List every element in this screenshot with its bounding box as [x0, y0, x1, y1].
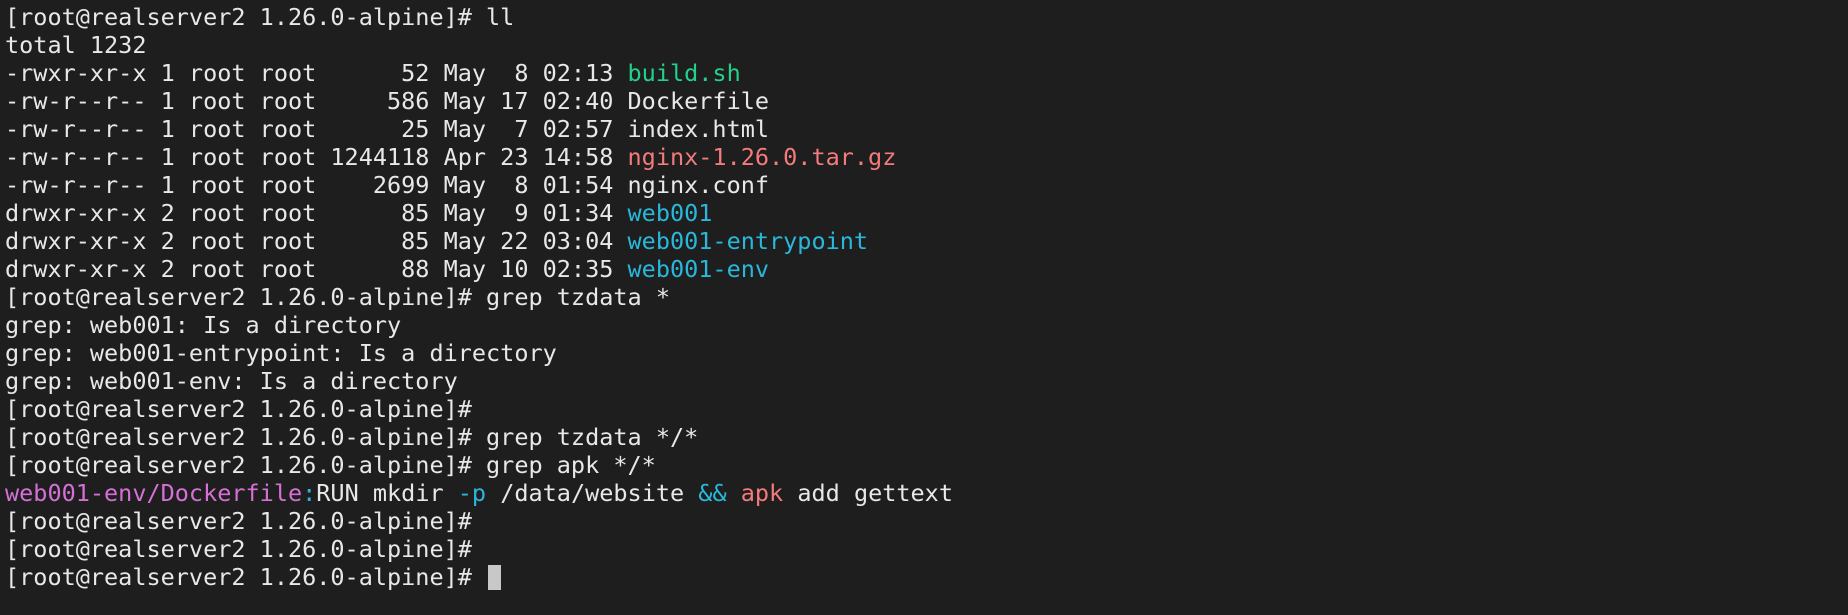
- terminal-text: RUN mkdir: [316, 479, 458, 507]
- terminal-line: -rw-r--r-- 1 root root 2699 May 8 01:54 …: [5, 171, 1848, 199]
- terminal-text: -rwxr-xr-x 1 root root 52 May 8 02:13: [5, 59, 628, 87]
- terminal-line: [root@realserver2 1.26.0-alpine]# grep t…: [5, 423, 1848, 451]
- terminal-line: total 1232: [5, 31, 1848, 59]
- terminal-text: nginx.conf: [627, 171, 770, 199]
- terminal-text: [root@realserver2 1.26.0-alpine]# grep t…: [5, 423, 699, 451]
- terminal-line: drwxr-xr-x 2 root root 88 May 10 02:35 w…: [5, 255, 1848, 283]
- terminal-text: -rw-r--r-- 1 root root 25 May 7 02:57: [5, 115, 628, 143]
- terminal-text: -rw-r--r-- 1 root root 586 May 17 02:40: [5, 87, 628, 115]
- terminal-text: -rw-r--r-- 1 root root 2699 May 8 01:54: [5, 171, 628, 199]
- terminal-text: &&: [698, 479, 727, 507]
- terminal-line: drwxr-xr-x 2 root root 85 May 9 01:34 we…: [5, 199, 1848, 227]
- terminal-line: [root@realserver2 1.26.0-alpine]# grep t…: [5, 283, 1848, 311]
- terminal-text: /data/website: [486, 479, 699, 507]
- terminal-text: :: [302, 479, 317, 507]
- terminal-window[interactable]: [root@realserver2 1.26.0-alpine]# ll tota…: [0, 0, 1848, 615]
- terminal-line: drwxr-xr-x 2 root root 85 May 22 03:04 w…: [5, 227, 1848, 255]
- terminal-text: grep: web001-env: Is a directory: [5, 367, 458, 395]
- terminal-text: drwxr-xr-x 2 root root 88 May 10 02:35: [5, 255, 628, 283]
- terminal-line: grep: web001: Is a directory: [5, 311, 1848, 339]
- terminal-text: web001-entrypoint: [627, 227, 869, 255]
- terminal-text: nginx-1.26.0.tar.gz: [627, 143, 897, 171]
- terminal-text: add gettext: [783, 479, 953, 507]
- terminal-text: [root@realserver2 1.26.0-alpine]# grep a…: [5, 451, 656, 479]
- terminal-line: -rw-r--r-- 1 root root 25 May 7 02:57 in…: [5, 115, 1848, 143]
- terminal-text: [root@realserver2 1.26.0-alpine]#: [5, 395, 472, 423]
- terminal-text: web001-env/Dockerfile: [5, 479, 303, 507]
- terminal-text: apk: [740, 479, 784, 507]
- terminal-line: [root@realserver2 1.26.0-alpine]#: [5, 563, 1848, 591]
- terminal-line: -rwxr-xr-x 1 root root 52 May 8 02:13 bu…: [5, 59, 1848, 87]
- terminal-cursor: [488, 565, 502, 590]
- terminal-line: [root@realserver2 1.26.0-alpine]# ll: [5, 3, 1848, 31]
- terminal-line: [root@realserver2 1.26.0-alpine]# grep a…: [5, 451, 1848, 479]
- terminal-text: build.sh: [627, 59, 741, 87]
- terminal-line: -rw-r--r-- 1 root root 1244118 Apr 23 14…: [5, 143, 1848, 171]
- terminal-text: web001-env: [627, 255, 770, 283]
- terminal-line: grep: web001-env: Is a directory: [5, 367, 1848, 395]
- terminal-text: [root@realserver2 1.26.0-alpine]#: [5, 507, 472, 535]
- terminal-text: -p: [457, 479, 487, 507]
- terminal-text: [root@realserver2 1.26.0-alpine]# ll: [5, 3, 515, 31]
- terminal-line: [root@realserver2 1.26.0-alpine]#: [5, 395, 1848, 423]
- terminal-text: total 1232: [5, 31, 147, 59]
- terminal-line: [root@realserver2 1.26.0-alpine]#: [5, 535, 1848, 563]
- terminal-text: drwxr-xr-x 2 root root 85 May 9 01:34: [5, 199, 628, 227]
- terminal-text: [root@realserver2 1.26.0-alpine]#: [5, 535, 472, 563]
- terminal-line: -rw-r--r-- 1 root root 586 May 17 02:40 …: [5, 87, 1848, 115]
- terminal-text: -rw-r--r-- 1 root root 1244118 Apr 23 14…: [5, 143, 628, 171]
- terminal-text: index.html: [627, 115, 770, 143]
- terminal-text: Dockerfile: [627, 87, 770, 115]
- terminal-text: web001: [627, 199, 713, 227]
- terminal-text: [root@realserver2 1.26.0-alpine]# grep t…: [5, 283, 670, 311]
- terminal-line: [root@realserver2 1.26.0-alpine]#: [5, 507, 1848, 535]
- terminal-line: grep: web001-entrypoint: Is a directory: [5, 339, 1848, 367]
- terminal-text: drwxr-xr-x 2 root root 85 May 22 03:04: [5, 227, 628, 255]
- terminal-line: web001-env/Dockerfile:RUN mkdir -p /data…: [5, 479, 1848, 507]
- terminal-text: grep: web001-entrypoint: Is a directory: [5, 339, 557, 367]
- terminal-text: [root@realserver2 1.26.0-alpine]#: [5, 563, 487, 591]
- terminal-text: grep: web001: Is a directory: [5, 311, 402, 339]
